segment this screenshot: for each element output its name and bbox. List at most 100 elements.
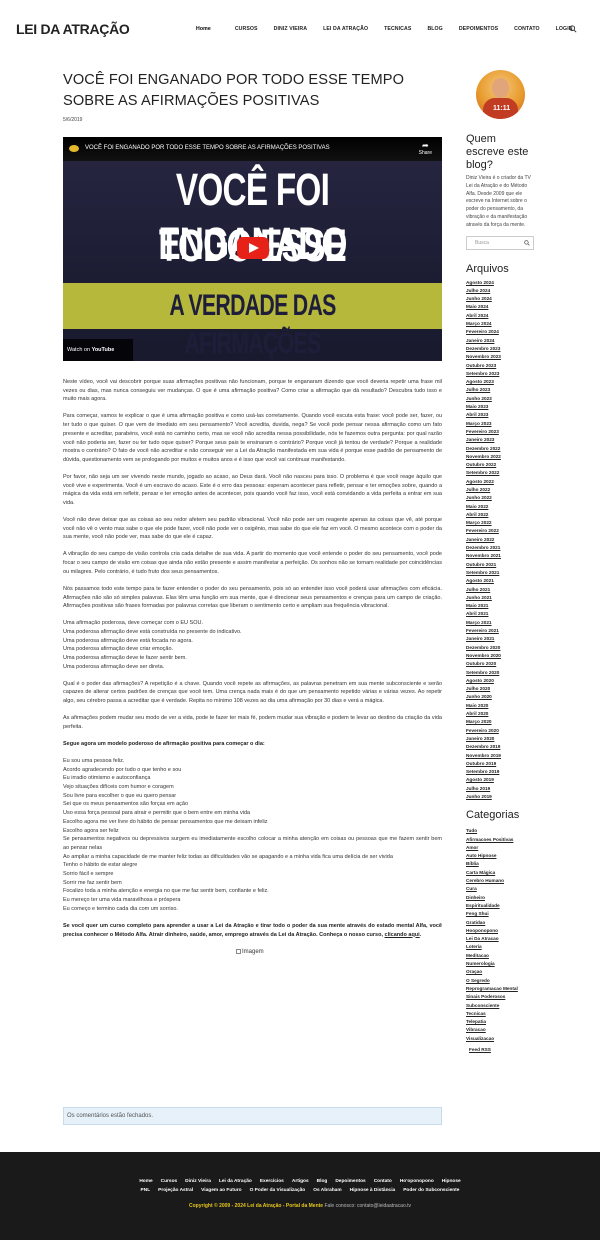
archive-link[interactable]: Julho 2021 [466,586,536,594]
archive-link[interactable]: Agosto 2022 [466,478,536,486]
archive-link[interactable]: Maio 2023 [466,403,536,411]
archive-link[interactable]: Agosto 2019 [466,776,536,784]
nav-item[interactable]: Home [196,26,211,32]
archive-link[interactable]: Julho 2023 [466,386,536,394]
category-link[interactable]: Vibracao [466,1026,536,1034]
archive-link[interactable]: Outubro 2023 [466,362,536,370]
archive-link[interactable]: Setembro 2019 [466,768,536,776]
sidebar-search-input[interactable]: Busca [466,235,534,250]
archive-link[interactable]: Abril 2021 [466,610,536,618]
category-link[interactable]: Oraçao [466,968,536,976]
category-link[interactable]: Numerologia [466,960,536,968]
footer-nav-item[interactable]: Artigos [292,1179,309,1184]
archive-link[interactable]: Dezembro 2020 [466,644,536,652]
category-link[interactable]: Sinais Poderosos [466,993,536,1001]
category-link[interactable]: Espiritualidade [466,902,536,910]
share-button[interactable]: ➦ Share [419,142,432,157]
archive-link[interactable]: Outubro 2022 [466,461,536,469]
archive-link[interactable]: Janeiro 2020 [466,735,536,743]
category-link[interactable]: Afirmacoes Positivas [466,836,536,844]
footer-nav-item[interactable]: Contato [374,1179,392,1184]
category-link[interactable]: Cura [466,885,536,893]
category-link[interactable]: Telepatia [466,1018,536,1026]
archive-link[interactable]: Junho 2019 [466,793,536,801]
category-link[interactable]: O Segredo [466,977,536,985]
archive-link[interactable]: Fevereiro 2022 [466,527,536,535]
footer-nav-item[interactable]: Hipnose [442,1179,461,1184]
archive-link[interactable]: Maio 2020 [466,702,536,710]
archive-link[interactable]: Outubro 2019 [466,760,536,768]
footer-nav-item[interactable]: Diniz Vieira [185,1179,211,1184]
archive-link[interactable]: Dezembro 2023 [466,345,536,353]
archive-link[interactable]: Janeiro 2024 [466,337,536,345]
footer-nav-item[interactable]: Projeção Astral [158,1188,193,1193]
archive-link[interactable]: Janeiro 2022 [466,536,536,544]
archive-link[interactable]: Agosto 2023 [466,378,536,386]
nav-item[interactable]: CONTATO [514,26,539,32]
category-link[interactable]: Loteria [466,943,536,951]
watch-on-youtube-button[interactable]: Watch on YouTube [63,339,133,361]
nav-item[interactable]: DEPOIMENTOS [459,26,498,32]
archive-link[interactable]: Junho 2020 [466,693,536,701]
site-logo[interactable]: LEI DA ATRAÇÃO [16,21,130,37]
archive-link[interactable]: Outubro 2020 [466,660,536,668]
archive-link[interactable]: Junho 2021 [466,594,536,602]
archive-link[interactable]: Abril 2023 [466,411,536,419]
footer-nav-item[interactable]: Ho'oponopono [400,1179,434,1184]
archive-link[interactable]: Agosto 2020 [466,677,536,685]
category-link[interactable]: Gratidao [466,919,536,927]
archive-link[interactable]: Junho 2022 [466,494,536,502]
archive-link[interactable]: Setembro 2022 [466,469,536,477]
archive-link[interactable]: Junho 2024 [466,295,536,303]
category-link[interactable]: Amor [466,844,536,852]
footer-nav-item[interactable]: PNL [141,1188,151,1193]
archive-link[interactable]: Julho 2020 [466,685,536,693]
search-icon[interactable] [569,25,577,33]
footer-nav-item[interactable]: Poder do Subconsciente [403,1188,459,1193]
archive-link[interactable]: Maio 2021 [466,602,536,610]
archive-link[interactable]: Setembro 2023 [466,370,536,378]
category-link[interactable]: Reprogramacao Mental [466,985,536,993]
archive-link[interactable]: Fevereiro 2021 [466,627,536,635]
category-link[interactable]: Carta Mágica [466,869,536,877]
archive-link[interactable]: Novembro 2020 [466,652,536,660]
category-link[interactable]: Tudo [466,827,536,835]
category-link[interactable]: Visualizacao [466,1035,536,1043]
category-link[interactable]: Cerebro Humano [466,877,536,885]
nav-item[interactable]: BLOG [427,26,442,32]
category-link[interactable]: Feng Shui [466,910,536,918]
archive-link[interactable]: Julho 2019 [466,785,536,793]
archive-link[interactable]: Novembro 2019 [466,752,536,760]
play-button-icon[interactable] [237,237,269,259]
cta-link[interactable]: clicando aqui [385,932,420,938]
archive-link[interactable]: Novembro 2021 [466,552,536,560]
archive-link[interactable]: Março 2020 [466,718,536,726]
search-icon[interactable] [524,239,530,246]
footer-nav-item[interactable]: Home [139,1179,152,1184]
footer-nav-item[interactable]: Blog [317,1179,328,1184]
archive-link[interactable]: Março 2023 [466,420,536,428]
footer-nav-item[interactable]: Os Abraham [313,1188,341,1193]
archive-link[interactable]: Outubro 2021 [466,561,536,569]
footer-nav-item[interactable]: Exercícios [260,1179,284,1184]
archive-link[interactable]: Agosto 2024 [466,279,536,287]
archive-link[interactable]: Novembro 2023 [466,353,536,361]
archive-link[interactable]: Julho 2024 [466,287,536,295]
nav-item[interactable]: DINIZ VIEIRA [274,26,307,32]
archive-link[interactable]: Março 2021 [466,619,536,627]
feed-rss-link[interactable]: Feed RSS [469,1047,536,1052]
archive-link[interactable]: Setembro 2021 [466,569,536,577]
footer-nav-item[interactable]: Depoimentos [335,1179,365,1184]
footer-nav-item[interactable]: Lei da Atração [219,1179,252,1184]
category-link[interactable]: Subconsciente [466,1002,536,1010]
archive-link[interactable]: Fevereiro 2020 [466,727,536,735]
archive-link[interactable]: Abril 2022 [466,511,536,519]
footer-nav-item[interactable]: Hipnose à Distância [350,1188,396,1193]
archive-link[interactable]: Fevereiro 2023 [466,428,536,436]
archive-link[interactable]: Março 2022 [466,519,536,527]
channel-avatar-icon[interactable] [69,145,79,152]
archive-link[interactable]: Abril 2024 [466,312,536,320]
category-link[interactable]: Bíblia [466,860,536,868]
archive-link[interactable]: Março 2024 [466,320,536,328]
archive-link[interactable]: Fevereiro 2024 [466,328,536,336]
